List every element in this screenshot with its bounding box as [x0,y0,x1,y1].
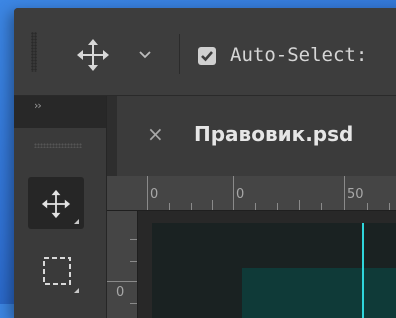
ruler-origin[interactable] [107,176,138,211]
photoshop-window: Auto-Select: ›› × Правовик.psd 0 0 50 0 [14,8,396,318]
tool-group-triangle-icon [74,219,79,224]
auto-select-label: Auto-Select: [230,44,368,66]
horizontal-ruler[interactable]: 0 0 50 [137,176,396,211]
tools-panel: ›› [14,96,107,318]
ruler-label: 50 [347,187,364,202]
ruler-tick [130,239,137,240]
ruler-tick [169,203,170,210]
tools-panel-header: ›› [14,96,106,128]
vertical-ruler[interactable]: 0 [107,211,138,318]
document-area: × Правовик.psd 0 0 50 0 [107,96,396,318]
ruler-tick [255,203,256,210]
ruler-tick [321,203,322,210]
ruler-tick [367,203,368,210]
ruler-tick [233,176,234,210]
ruler-label: 0 [236,187,245,202]
ruler-tick [191,203,192,210]
checkmark-icon [201,51,213,62]
chevron-down-icon[interactable] [138,48,152,62]
ruler-tick [212,200,213,210]
rectangular-marquee-tool-button[interactable] [28,246,84,298]
collapse-panel-icon[interactable]: ›› [34,99,42,112]
document-tab-title: Правовик.psd [194,122,354,146]
move-arrows-icon [41,189,71,219]
ruler-tick [344,176,345,210]
ruler-tick [277,203,278,210]
tools-panel-grip[interactable] [34,143,82,148]
dashed-rectangle-icon [43,257,71,285]
options-bar: Auto-Select: [14,8,396,96]
move-tool-button[interactable] [28,177,84,229]
ruler-label: 0 [116,285,125,300]
tool-group-triangle-icon [74,288,79,293]
canvas-layer [242,268,396,318]
document-tab[interactable]: × Правовик.psd [117,96,396,176]
ruler-tick [389,203,390,210]
document-tab-bar: × Правовик.psd [107,96,396,176]
close-tab-icon[interactable]: × [147,122,164,146]
ruler-tick [147,176,148,210]
ruler-label: 0 [150,187,159,202]
move-arrows-icon [77,39,109,71]
ruler-tick [299,200,300,210]
ruler-tick [107,281,137,282]
auto-select-checkbox[interactable] [198,47,216,65]
options-separator [179,34,180,74]
options-bar-grip[interactable] [31,32,37,72]
ruler-tick [130,261,137,262]
move-tool-preset-button[interactable] [76,38,110,72]
